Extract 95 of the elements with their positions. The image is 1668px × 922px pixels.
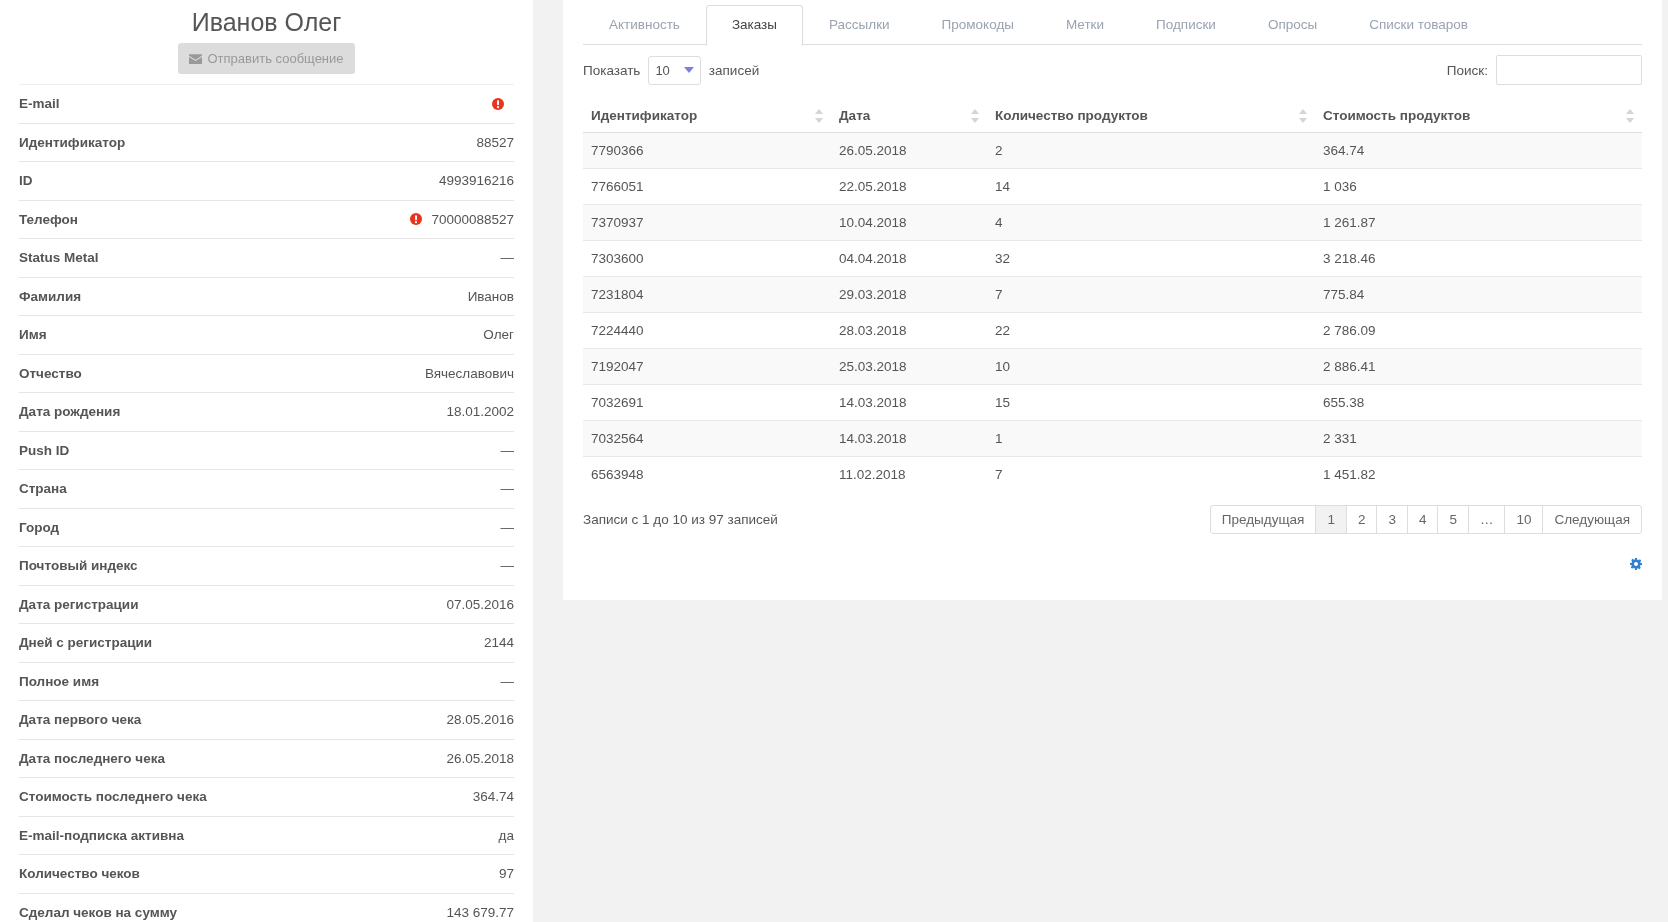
table-cell: 4 bbox=[987, 204, 1315, 241]
field-value: — bbox=[500, 558, 514, 574]
field-value: — bbox=[500, 442, 514, 458]
field-value: — bbox=[500, 250, 514, 266]
table-cell: 1 451.82 bbox=[1315, 456, 1642, 492]
table-cell: 29.03.2018 bbox=[831, 276, 987, 313]
table-cell: 11.02.2018 bbox=[831, 456, 987, 492]
sort-icon bbox=[1626, 108, 1634, 123]
field-label: Дата последнего чека bbox=[19, 750, 165, 766]
search-field[interactable] bbox=[1496, 55, 1642, 85]
field-value: Вячеславович bbox=[424, 365, 514, 381]
table-cell: 7032564 bbox=[583, 420, 831, 457]
table-cell: 2 bbox=[987, 132, 1315, 169]
records-info: Записи с 1 до 10 из 97 записей bbox=[583, 512, 778, 527]
sort-icon bbox=[971, 108, 979, 123]
field-label: Push ID bbox=[19, 442, 70, 458]
field-label: Телефон bbox=[19, 211, 79, 227]
field-value: 70000088527 bbox=[431, 211, 514, 227]
search-label: Поиск: bbox=[1446, 62, 1488, 78]
field-value: 143 679.77 bbox=[446, 904, 514, 920]
field-value: — bbox=[500, 673, 514, 689]
page-link[interactable]: 1 bbox=[1315, 506, 1346, 533]
page-link[interactable]: Предыдущая bbox=[1210, 506, 1316, 533]
table-cell: 2 331 bbox=[1315, 420, 1642, 457]
field-label: Status Metal bbox=[19, 250, 99, 266]
field-value: Иванов bbox=[467, 288, 514, 304]
field-value: да bbox=[498, 827, 514, 843]
page-link[interactable]: Следующая bbox=[1542, 506, 1641, 533]
table-cell: 7370937 bbox=[583, 204, 831, 241]
table-cell: 364.74 bbox=[1315, 132, 1642, 169]
field-value: — bbox=[500, 519, 514, 535]
field-label: Дата первого чека bbox=[19, 712, 142, 728]
table-cell: 10 bbox=[987, 348, 1315, 385]
table-cell: 26.05.2018 bbox=[831, 132, 987, 169]
settings-icon[interactable] bbox=[1630, 558, 1642, 570]
field-label: Стоимость последнего чека bbox=[19, 789, 207, 805]
field-value: 364.74 bbox=[472, 789, 514, 805]
page-link[interactable]: 4 bbox=[1406, 506, 1438, 533]
table-cell: 2 886.41 bbox=[1315, 348, 1642, 385]
table-cell: 1 bbox=[987, 420, 1315, 457]
field-label: Дата регистрации bbox=[19, 596, 139, 612]
page-link[interactable]: 5 bbox=[1437, 506, 1468, 533]
table-cell: 7790366 bbox=[583, 132, 831, 169]
field-label: E-mail-подписка активна bbox=[19, 827, 184, 843]
table-cell: 7231804 bbox=[583, 276, 831, 313]
page-size-select[interactable]: 10 bbox=[648, 55, 701, 85]
field-label: Дней с регистрации bbox=[19, 635, 153, 651]
field-label: Фамилия bbox=[19, 288, 82, 304]
field-value: 18.01.2002 bbox=[446, 404, 514, 420]
field-label: Количество чеков bbox=[19, 866, 140, 882]
field-label: Город bbox=[19, 519, 60, 535]
field-value: — bbox=[500, 481, 514, 497]
field-label: ID bbox=[19, 173, 33, 189]
page-link[interactable]: 10 bbox=[1504, 506, 1543, 533]
field-value: Олег bbox=[483, 327, 514, 343]
customer-name: Иванов Олег bbox=[190, 8, 343, 37]
table-cell: 7192047 bbox=[583, 348, 831, 385]
column-header[interactable]: Количество продуктов bbox=[987, 99, 1315, 133]
field-label: Почтовый индекс bbox=[19, 558, 138, 574]
column-header[interactable]: Идентификатор bbox=[583, 99, 831, 133]
field-value: 2144 bbox=[483, 635, 514, 651]
table-cell: 1 261.87 bbox=[1315, 204, 1642, 241]
column-header[interactable]: Дата bbox=[831, 99, 987, 133]
field-label: Страна bbox=[19, 481, 67, 497]
field-value: 28.05.2016 bbox=[446, 712, 514, 728]
field-label: Дата рождения bbox=[19, 404, 121, 420]
column-header[interactable]: Стоимость продуктов bbox=[1315, 99, 1642, 133]
page-link[interactable]: … bbox=[1467, 506, 1505, 533]
field-label: Отчество bbox=[19, 365, 82, 381]
page-link[interactable]: 2 bbox=[1345, 506, 1377, 533]
field-label: Имя bbox=[19, 327, 47, 343]
field-label: E-mail bbox=[19, 96, 60, 112]
field-value: 07.05.2016 bbox=[446, 596, 514, 612]
field-label: Полное имя bbox=[19, 673, 99, 689]
table-cell: 14.03.2018 bbox=[831, 420, 987, 457]
field-value: 88527 bbox=[476, 134, 514, 150]
field-value: 97 bbox=[498, 866, 514, 882]
table-cell: 25.03.2018 bbox=[831, 348, 987, 385]
field-value: 4993916216 bbox=[438, 173, 514, 189]
envelope-icon bbox=[189, 53, 203, 64]
show-label: Показать bbox=[583, 62, 641, 78]
sort-icon bbox=[815, 108, 823, 123]
page-link[interactable]: 3 bbox=[1376, 506, 1407, 533]
field-label: Идентификатор bbox=[19, 134, 126, 150]
records-label: записей bbox=[708, 62, 760, 78]
table-cell: 6563948 bbox=[583, 456, 831, 492]
field-value: 26.05.2018 bbox=[446, 750, 514, 766]
table-cell: 7 bbox=[987, 276, 1315, 313]
table-cell: 7 bbox=[987, 456, 1315, 492]
sort-icon bbox=[1299, 108, 1307, 123]
tab[interactable]: Заказы bbox=[705, 5, 803, 46]
table-cell: 10.04.2018 bbox=[831, 204, 987, 241]
table-cell: 775.84 bbox=[1315, 276, 1642, 313]
field-label: Сделал чеков на сумму bbox=[19, 904, 177, 920]
caret-icon bbox=[683, 67, 694, 73]
